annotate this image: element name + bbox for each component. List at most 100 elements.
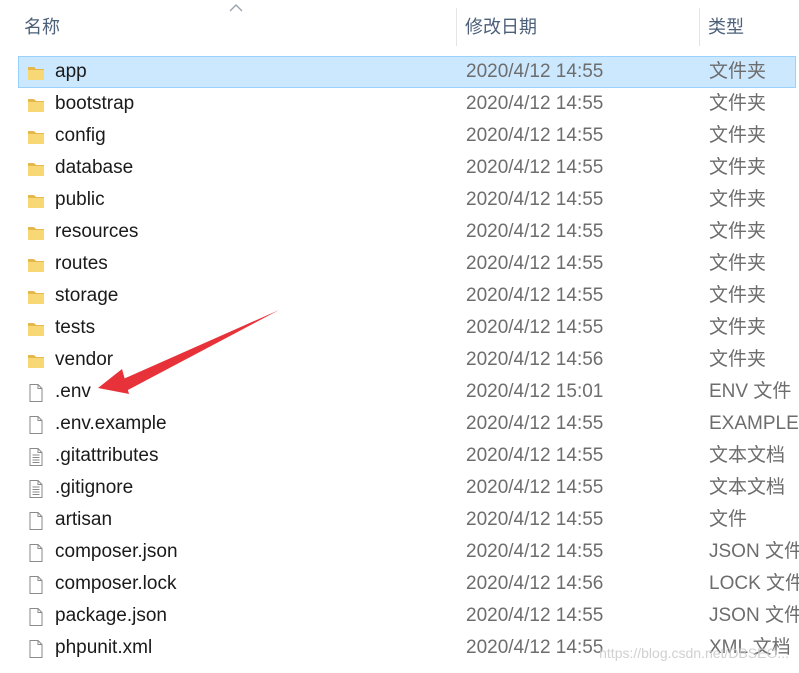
file-name: public — [55, 189, 105, 210]
file-explorer: 名称 修改日期 类型 app 2020/4/12 14:55 文件夹 boots… — [0, 0, 799, 673]
file-modified-date: 2020/4/12 14:55 — [466, 541, 604, 562]
file-name: bootstrap — [55, 93, 135, 114]
folder-icon — [26, 254, 46, 274]
folder-icon — [26, 318, 46, 338]
file-modified-date: 2020/4/12 15:01 — [466, 381, 604, 402]
file-name: resources — [55, 221, 139, 242]
file-icon — [26, 638, 46, 658]
file-row[interactable]: routes 2020/4/12 14:55 文件夹 — [0, 248, 799, 280]
file-type: JSON 文件 — [709, 605, 799, 626]
file-name: tests — [55, 317, 96, 338]
file-row[interactable]: app 2020/4/12 14:55 文件夹 — [0, 56, 799, 88]
watermark: https://blog.csdn.net/DBSEO... — [599, 645, 789, 661]
sort-ascending-icon — [229, 4, 243, 12]
file-modified-date: 2020/4/12 14:55 — [466, 285, 604, 306]
file-row[interactable]: .env 2020/4/12 15:01 ENV 文件 — [0, 376, 799, 408]
file-modified-date: 2020/4/12 14:55 — [466, 317, 604, 338]
file-type: 文件夹 — [709, 93, 767, 114]
text-file-icon — [26, 478, 46, 498]
file-icon — [26, 542, 46, 562]
file-name: .env — [55, 381, 91, 402]
file-row[interactable]: package.json 2020/4/12 14:55 JSON 文件 — [0, 600, 799, 632]
file-row[interactable]: database 2020/4/12 14:55 文件夹 — [0, 152, 799, 184]
folder-icon — [26, 350, 46, 370]
selection-highlight — [18, 56, 796, 88]
file-modified-date: 2020/4/12 14:55 — [466, 253, 604, 274]
file-name: composer.json — [55, 541, 178, 562]
column-header-type[interactable]: 类型 — [702, 0, 799, 54]
file-list: app 2020/4/12 14:55 文件夹 bootstrap 2020/4… — [0, 56, 799, 664]
folder-icon — [26, 62, 46, 82]
file-type: 文件夹 — [709, 285, 767, 306]
file-modified-date: 2020/4/12 14:56 — [466, 349, 604, 370]
file-type: 文件夹 — [709, 221, 767, 242]
folder-icon — [26, 286, 46, 306]
file-modified-date: 2020/4/12 14:55 — [466, 125, 604, 146]
file-name: phpunit.xml — [55, 637, 153, 658]
file-row[interactable]: vendor 2020/4/12 14:56 文件夹 — [0, 344, 799, 376]
file-modified-date: 2020/4/12 14:56 — [466, 573, 604, 594]
file-row[interactable]: composer.json 2020/4/12 14:55 JSON 文件 — [0, 536, 799, 568]
file-type: EXAMPLE — [709, 413, 799, 434]
file-modified-date: 2020/4/12 14:55 — [466, 509, 604, 530]
file-row[interactable]: artisan 2020/4/12 14:55 文件 — [0, 504, 799, 536]
file-name: .gitignore — [55, 477, 134, 498]
file-modified-date: 2020/4/12 14:55 — [466, 189, 604, 210]
file-name: .gitattributes — [55, 445, 159, 466]
file-name: .env.example — [55, 413, 167, 434]
file-icon — [26, 510, 46, 530]
text-file-icon — [26, 446, 46, 466]
file-type: ENV 文件 — [709, 381, 792, 402]
file-row[interactable]: bootstrap 2020/4/12 14:55 文件夹 — [0, 88, 799, 120]
file-type: 文件夹 — [709, 157, 767, 178]
folder-icon — [26, 94, 46, 114]
file-modified-date: 2020/4/12 14:55 — [466, 605, 604, 626]
file-name: storage — [55, 285, 119, 306]
folder-icon — [26, 158, 46, 178]
file-type: 文件夹 — [709, 317, 767, 338]
file-type: 文件夹 — [709, 125, 767, 146]
column-divider[interactable] — [456, 8, 457, 46]
file-row[interactable]: .env.example 2020/4/12 14:55 EXAMPLE — [0, 408, 799, 440]
column-header-bar: 名称 修改日期 类型 — [0, 0, 799, 56]
file-row[interactable]: storage 2020/4/12 14:55 文件夹 — [0, 280, 799, 312]
file-row[interactable]: tests 2020/4/12 14:55 文件夹 — [0, 312, 799, 344]
file-modified-date: 2020/4/12 14:55 — [466, 477, 604, 498]
file-name: artisan — [55, 509, 113, 530]
file-name: vendor — [55, 349, 114, 370]
file-row[interactable]: .gitignore 2020/4/12 14:55 文本文档 — [0, 472, 799, 504]
file-modified-date: 2020/4/12 14:55 — [466, 221, 604, 242]
file-type: LOCK 文件 — [709, 573, 799, 594]
file-row[interactable]: public 2020/4/12 14:55 文件夹 — [0, 184, 799, 216]
file-type: 文本文档 — [709, 477, 786, 498]
file-row[interactable]: config 2020/4/12 14:55 文件夹 — [0, 120, 799, 152]
file-modified-date: 2020/4/12 14:55 — [466, 93, 604, 114]
file-name: database — [55, 157, 134, 178]
column-header-date[interactable]: 修改日期 — [459, 0, 699, 54]
file-name: app — [55, 61, 87, 82]
column-divider[interactable] — [699, 8, 700, 46]
folder-icon — [26, 190, 46, 210]
file-modified-date: 2020/4/12 14:55 — [466, 61, 604, 82]
folder-icon — [26, 126, 46, 146]
file-row[interactable]: resources 2020/4/12 14:55 文件夹 — [0, 216, 799, 248]
file-name: config — [55, 125, 106, 146]
file-type: 文件夹 — [709, 349, 767, 370]
file-type: JSON 文件 — [709, 541, 799, 562]
file-name: composer.lock — [55, 573, 177, 594]
file-name: routes — [55, 253, 108, 274]
file-icon — [26, 606, 46, 626]
file-type: 文本文档 — [709, 445, 786, 466]
file-modified-date: 2020/4/12 14:55 — [466, 445, 604, 466]
file-name: package.json — [55, 605, 167, 626]
file-icon — [26, 414, 46, 434]
file-icon — [26, 382, 46, 402]
file-row[interactable]: .gitattributes 2020/4/12 14:55 文本文档 — [0, 440, 799, 472]
file-modified-date: 2020/4/12 14:55 — [466, 157, 604, 178]
file-row[interactable]: composer.lock 2020/4/12 14:56 LOCK 文件 — [0, 568, 799, 600]
file-modified-date: 2020/4/12 14:55 — [466, 413, 604, 434]
file-type: 文件夹 — [709, 61, 767, 82]
file-icon — [26, 574, 46, 594]
file-type: 文件夹 — [709, 189, 767, 210]
file-type: 文件夹 — [709, 253, 767, 274]
